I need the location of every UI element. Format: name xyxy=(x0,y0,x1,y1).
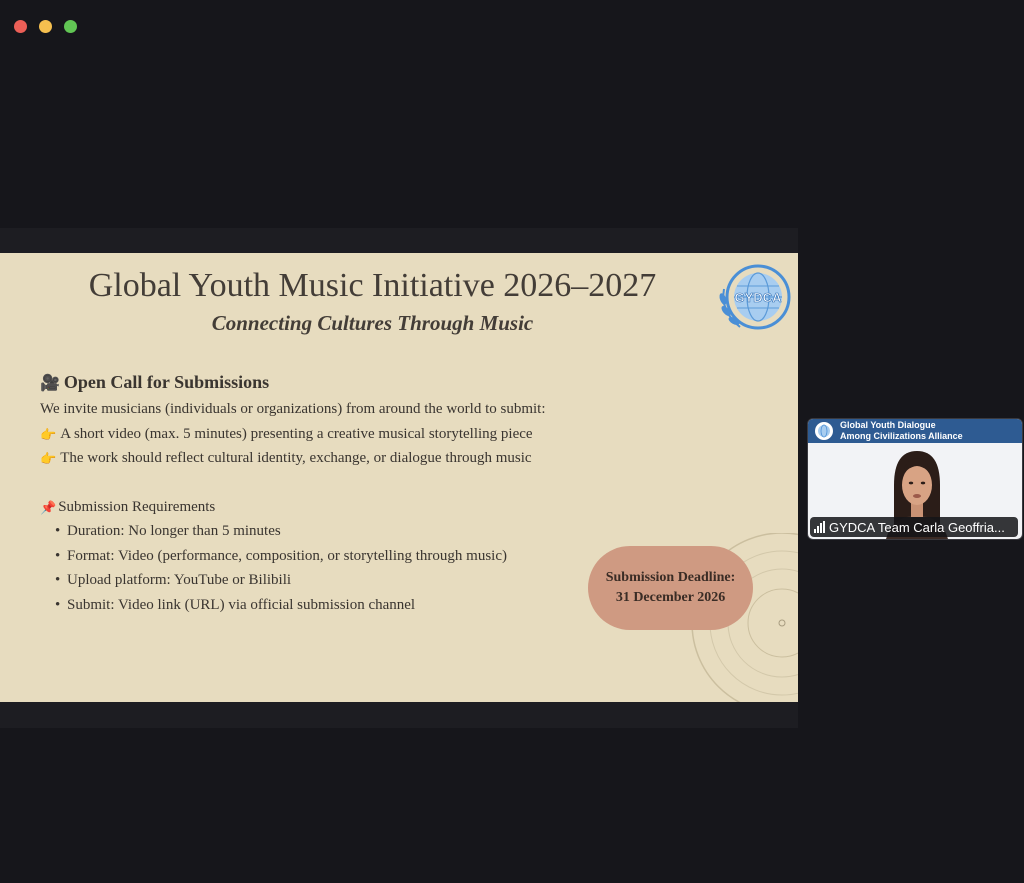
logo-text: GYDCA xyxy=(735,290,783,305)
window-controls xyxy=(14,20,77,33)
video-header-banner: Global Youth Dialogue Among Civilization… xyxy=(808,419,1022,443)
minimize-window-button[interactable] xyxy=(39,20,52,33)
submission-deadline-badge: Submission Deadline: 31 December 2026 xyxy=(588,546,753,630)
list-item: Submit: Video link (URL) via official su… xyxy=(55,597,507,622)
deadline-date: 31 December 2026 xyxy=(615,590,726,605)
org-logo-icon xyxy=(815,422,833,440)
video-camera-icon: 🎥 xyxy=(40,374,60,392)
requirements-list: Duration: No longer than 5 minutes Forma… xyxy=(55,523,507,622)
open-call-point: 👉 A short video (max. 5 minutes) present… xyxy=(40,426,533,443)
presentation-slide: Global Youth Music Initiative 2026–2027 … xyxy=(0,253,798,702)
pushpin-icon: 📌 xyxy=(40,499,57,515)
org-name-line2: Among Civilizations Alliance xyxy=(840,431,963,441)
pointing-hand-icon: 👉 xyxy=(40,426,57,442)
gydca-logo: GYDCA xyxy=(719,264,791,330)
list-item: Duration: No longer than 5 minutes xyxy=(55,523,507,548)
pointing-hand-icon: 👉 xyxy=(40,450,57,466)
list-item: Upload platform: YouTube or Bilibili xyxy=(55,572,507,597)
participant-name-label: GYDCA Team Carla Geoffria... xyxy=(810,517,1018,537)
open-call-heading-text: Open Call for Submissions xyxy=(63,372,270,392)
list-item: Format: Video (performance, composition,… xyxy=(55,548,507,573)
open-call-point-text: The work should reflect cultural identit… xyxy=(60,450,532,466)
requirements-heading-text: Submission Requirements xyxy=(58,499,216,515)
org-name-line1: Global Youth Dialogue xyxy=(840,420,936,430)
open-call-intro: We invite musicians (individuals or orga… xyxy=(40,401,546,417)
participant-video-tile[interactable]: Global Youth Dialogue Among Civilization… xyxy=(807,418,1023,540)
open-call-point-text: A short video (max. 5 minutes) presentin… xyxy=(60,426,533,442)
close-window-button[interactable] xyxy=(14,20,27,33)
open-call-point: 👉 The work should reflect cultural ident… xyxy=(40,450,532,467)
requirements-heading: 📌 Submission Requirements xyxy=(40,499,215,516)
slide-title: Global Youth Music Initiative 2026–2027 xyxy=(88,267,657,304)
open-call-heading: 🎥 Open Call for Submissions xyxy=(40,372,269,393)
slide-subtitle: Connecting Cultures Through Music xyxy=(211,311,534,335)
participant-name: GYDCA Team Carla Geoffria... xyxy=(829,519,1005,535)
signal-strength-icon xyxy=(814,521,825,533)
zoom-window-button[interactable] xyxy=(64,20,77,33)
deadline-label: Submission Deadline: xyxy=(605,570,736,585)
org-name: Global Youth Dialogue Among Civilization… xyxy=(840,420,963,442)
